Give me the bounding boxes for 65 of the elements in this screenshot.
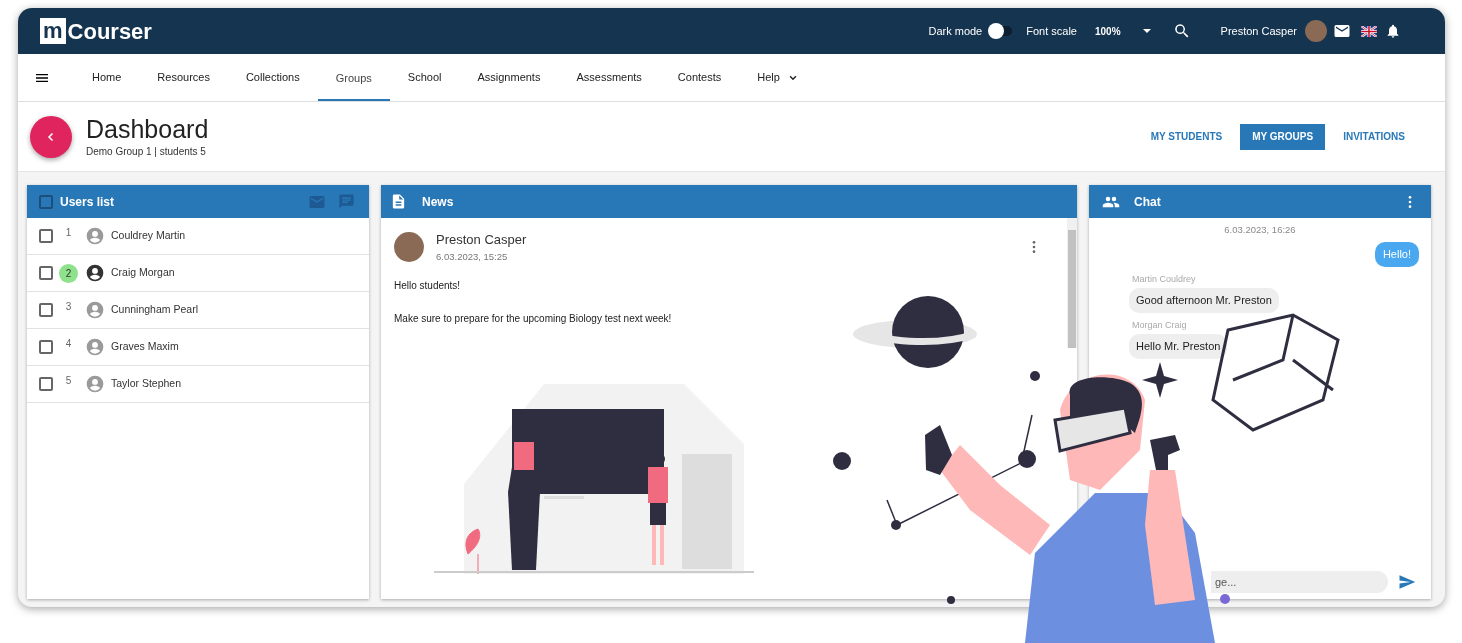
nav-tab[interactable]: Home — [74, 54, 140, 101]
checkbox[interactable] — [39, 229, 53, 243]
checkbox[interactable] — [39, 340, 53, 354]
checkbox[interactable] — [39, 266, 53, 280]
user-name: Taylor Stephen — [111, 376, 182, 392]
message-bubble: Good afternoon Mr. Preston — [1129, 288, 1279, 313]
nav-tab[interactable]: Contests — [659, 54, 740, 101]
search-icon[interactable] — [1172, 22, 1191, 40]
mail-icon[interactable] — [1333, 22, 1351, 40]
back-button[interactable] — [30, 115, 72, 158]
nav-tab[interactable]: Help — [739, 54, 818, 101]
user-name: Craig Morgan — [111, 265, 175, 281]
flag-icon[interactable] — [1361, 25, 1377, 37]
checkbox[interactable] — [39, 377, 53, 391]
send-icon[interactable] — [1398, 573, 1416, 591]
nav-tab[interactable]: School — [389, 54, 460, 101]
panel-title: Chat — [1134, 193, 1161, 211]
chat-timestamp: 6.03.2023, 16:26 — [1224, 223, 1296, 237]
post-text: Hello students! — [394, 278, 462, 293]
user-row[interactable]: 3 Cunningham Pearl — [27, 292, 369, 329]
view-tab[interactable]: MY GROUPS — [1240, 123, 1326, 150]
logo[interactable]: m Courser — [40, 14, 152, 48]
post-author: Preston Casper — [436, 231, 527, 249]
checkbox[interactable] — [39, 303, 53, 317]
user-name[interactable]: Preston Casper — [1220, 22, 1297, 40]
avatar[interactable] — [1305, 20, 1327, 42]
user-name: Graves Maxim — [111, 339, 179, 355]
font-scale-select[interactable]: 100% — [1095, 23, 1151, 39]
user-row[interactable]: 4 Graves Maxim — [27, 329, 369, 366]
user-number: 5 — [64, 373, 73, 388]
user-number: 2 — [59, 263, 78, 283]
font-scale-label: Font scale — [1026, 23, 1077, 39]
nav-tab[interactable]: Collections — [227, 54, 318, 101]
document-icon — [390, 193, 407, 210]
message-bubble: Hello Mr. Preston — [1129, 334, 1228, 359]
post-date: 6.03.2023, 15:25 — [436, 249, 509, 264]
nav-tab[interactable]: Assignments — [459, 54, 559, 101]
message-bubble: Hello! — [1374, 242, 1419, 267]
user-row[interactable]: 5 Taylor Stephen — [27, 366, 369, 403]
avatar — [394, 231, 424, 262]
page-subtitle: Demo Group 1 | students 5 — [86, 145, 207, 159]
view-tab[interactable]: MY STUDENTS — [1138, 123, 1235, 150]
message-sender: Martin Couldrey — [1132, 272, 1196, 286]
bell-icon[interactable] — [1385, 23, 1401, 39]
user-number: 4 — [64, 336, 73, 351]
post-text: Make sure to prepare for the upcoming Biology test next week! — [394, 311, 673, 326]
panel-title: News — [422, 193, 454, 211]
message-sender: Morgan Craig — [1132, 318, 1187, 332]
user-number: 3 — [64, 299, 73, 314]
user-row[interactable]: 1 Couldrey Martin — [27, 218, 369, 255]
dark-mode-switch[interactable] — [990, 26, 1013, 36]
message-input[interactable]: ge... — [1211, 571, 1388, 593]
scrollbar[interactable] — [1067, 218, 1077, 348]
dark-mode-label: Dark mode — [928, 23, 983, 39]
user-name: Cunningham Pearl — [111, 302, 198, 318]
user-number: 1 — [64, 225, 73, 240]
view-tab[interactable]: INVITATIONS — [1331, 123, 1417, 150]
page-title: Dashboard — [86, 114, 209, 144]
checkbox[interactable] — [39, 194, 53, 209]
dot-icon — [1220, 594, 1230, 604]
nav-tab[interactable]: Assessments — [558, 54, 660, 101]
panel-title: Users list — [60, 193, 115, 211]
user-name: Couldrey Martin — [111, 228, 186, 244]
user-row[interactable]: 2 Craig Morgan — [27, 255, 369, 292]
nav-tab[interactable]: Resources — [139, 54, 228, 101]
